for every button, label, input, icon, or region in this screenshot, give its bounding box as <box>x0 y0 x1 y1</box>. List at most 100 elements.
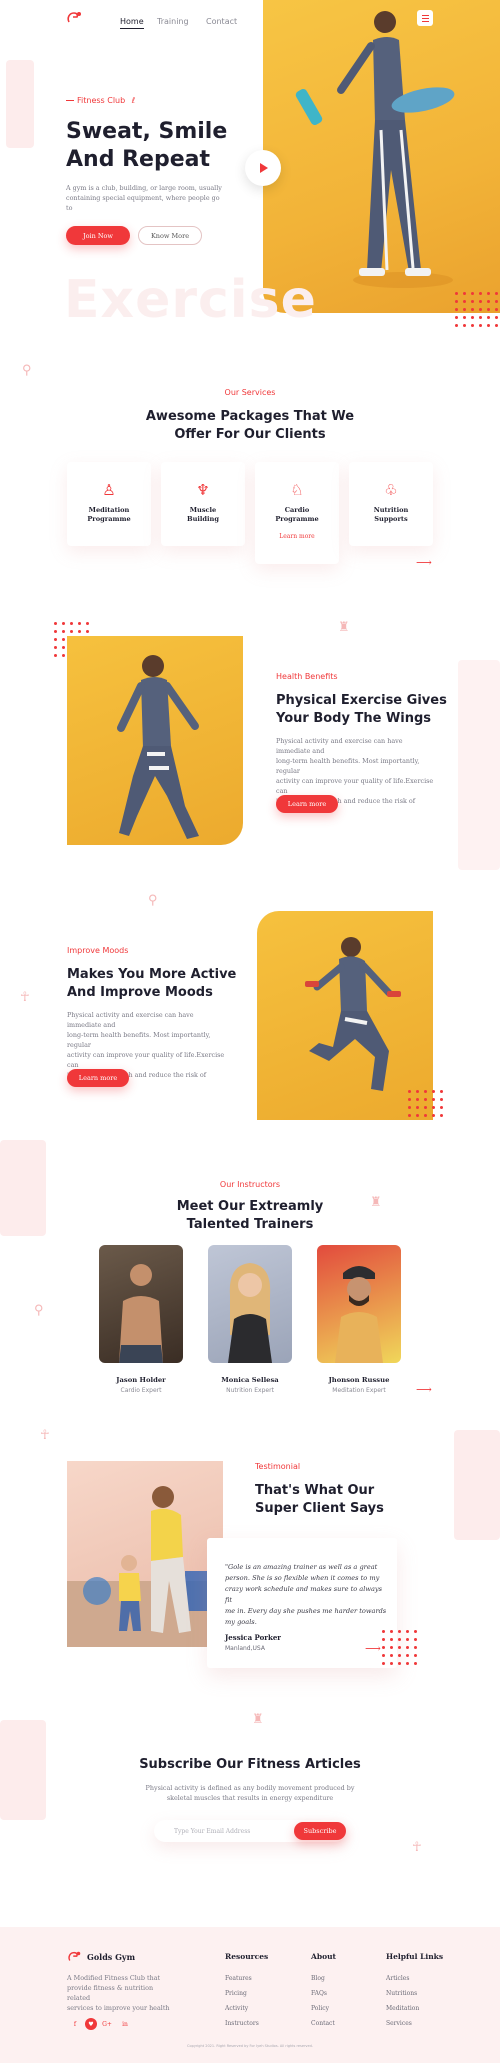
footer-logo-icon[interactable] <box>67 1950 83 1964</box>
footer-link[interactable]: Contact <box>311 2020 335 2027</box>
footer-link[interactable]: FAQs <box>311 1990 327 1997</box>
moods-eyebrow: Improve Moods <box>67 946 129 955</box>
footer-col-title: About <box>311 1952 336 1961</box>
cardio-icon: ♘ <box>290 481 304 499</box>
instructors-title-line1: Meet Our Extreamly <box>176 1199 324 1214</box>
footer-link[interactable]: Pricing <box>225 1990 247 1997</box>
health-text-line: long-term health benefits. Most importan… <box>276 757 420 775</box>
trainer-role: Nutrition Expert <box>226 1387 274 1394</box>
trainer-name: Jhonson Russue <box>328 1376 390 1384</box>
decor-blob <box>6 60 34 148</box>
moods-text-line: long-term health benefits. Most importan… <box>67 1031 211 1049</box>
hero-title-line2: And Repeat <box>66 147 210 172</box>
service-card-muscle[interactable]: ♆ Muscle Building <box>161 462 245 546</box>
health-image <box>67 636 243 845</box>
health-title-line2: Your Body The Wings <box>276 711 432 726</box>
service-label-line2: Supports <box>374 514 408 523</box>
footer-link[interactable]: Policy <box>311 2005 329 2012</box>
trainer-name: Monica Sellesa <box>221 1376 279 1384</box>
health-title: Physical Exercise Gives Your Body The Wi… <box>276 692 447 728</box>
trainer-photo[interactable] <box>317 1245 401 1363</box>
testimonial-next-arrow-icon[interactable]: ⟶ <box>365 1642 381 1655</box>
testimonial-author: Jessica Porker <box>225 1633 281 1642</box>
runner-icon: ☥ <box>40 1428 50 1443</box>
footer-link[interactable]: Activity <box>225 2005 248 2012</box>
decor-blob <box>454 1430 500 1540</box>
dumbbell-icon: ⚲ <box>148 893 158 908</box>
heart-icon[interactable]: ♥ <box>85 2018 97 2030</box>
footer-about-line2: provide fitness & nutrition related <box>67 1984 154 2002</box>
play-video-button[interactable] <box>245 150 281 186</box>
hero-title-line1: Sweat, Smile <box>66 119 228 144</box>
runner-icon: ☥ <box>412 1840 422 1855</box>
linkedin-icon[interactable]: in <box>119 2018 131 2030</box>
service-label-line1: Muscle <box>189 506 217 514</box>
hero-text: A gym is a club, building, or large room… <box>66 183 226 213</box>
facebook-icon[interactable]: f <box>69 2018 81 2030</box>
nav-contact[interactable]: Contact <box>206 17 237 26</box>
dumbbell-icon: ♆ <box>196 481 210 499</box>
footer-link[interactable]: Meditation <box>386 2005 419 2012</box>
services-title-line2: Offer For Our Clients <box>174 427 326 442</box>
trainer-role: Cardio Expert <box>120 1387 162 1394</box>
decor-blob <box>458 660 500 870</box>
join-now-button[interactable]: Join Now <box>66 226 130 245</box>
quote-line: crazy work schedule and makes sure to al… <box>225 1585 383 1604</box>
trainers-next-arrow-icon[interactable]: ⟶ <box>416 1383 432 1396</box>
flex-icon: ℓ <box>131 96 136 105</box>
runner-icon: ☥ <box>20 990 30 1005</box>
hero-title: Sweat, Smile And Repeat <box>66 118 256 174</box>
service-label: Nutrition Supports <box>349 506 433 523</box>
footer-brand-name: Golds Gym <box>87 1952 136 1962</box>
health-learn-more-button[interactable]: Learn more <box>276 795 338 813</box>
dumbbell-icon: ⚲ <box>34 1303 44 1318</box>
footer-link[interactable]: Services <box>386 2020 412 2027</box>
services-next-arrow-icon[interactable]: ⟶ <box>416 556 432 569</box>
hero-watermark: Exercise <box>64 270 317 330</box>
footer-link[interactable]: Blog <box>311 1975 325 1982</box>
service-label-line2: Programme <box>87 514 131 523</box>
services-title: Awesome Packages That We Offer For Our C… <box>0 408 500 444</box>
moods-learn-more-button[interactable]: Learn more <box>67 1069 129 1087</box>
logo-icon[interactable] <box>66 10 84 26</box>
menu-button[interactable] <box>417 10 433 26</box>
moods-text-line: Physical activity and exercise can have … <box>67 1011 194 1029</box>
dumbbell-icon: ⚲ <box>22 363 32 378</box>
service-label-line1: Nutrition <box>373 506 409 514</box>
subscribe-title: Subscribe Our Fitness Articles <box>139 1757 361 1772</box>
google-plus-icon[interactable]: G+ <box>101 2018 113 2030</box>
footer-link[interactable]: Articles <box>386 1975 409 1982</box>
know-more-button[interactable]: Know More <box>138 226 202 245</box>
service-label: Cardio Programme <box>255 506 339 523</box>
hero-eyebrow: Fitness Club ℓ <box>66 96 135 105</box>
service-card-nutrition[interactable]: ♧ Nutrition Supports <box>349 462 433 546</box>
quote-line: my goals. <box>225 1618 257 1626</box>
health-title-line1: Physical Exercise Gives <box>276 693 447 708</box>
subscribe-text: Physical activity is defined as any bodi… <box>0 1783 500 1803</box>
trainer-photo[interactable] <box>208 1245 292 1363</box>
decor-dots <box>408 1090 443 1117</box>
moods-title-line2: And Improve Moods <box>67 985 213 1000</box>
hero-eyebrow-text: Fitness Club <box>77 96 126 105</box>
service-card-meditation[interactable]: ♙ Meditation Programme <box>67 462 151 546</box>
trainer-photo[interactable] <box>99 1245 183 1363</box>
subscribe-button[interactable]: Subscribe <box>294 1822 346 1840</box>
footer-link[interactable]: Features <box>225 1975 252 1982</box>
trainer-name: Jason Holder <box>116 1376 166 1384</box>
copyright: Copyright 2021. Right Reserved by For Iy… <box>187 2044 313 2048</box>
quote-line: me in. Every day she pushes me harder to… <box>225 1607 387 1615</box>
footer-link[interactable]: Instructors <box>225 2020 259 2027</box>
moods-title: Makes You More Active And Improve Moods <box>67 966 236 1002</box>
hero-image <box>263 0 500 313</box>
service-label-line2: Programme <box>275 514 319 523</box>
service-card-cardio[interactable]: ♘ Cardio Programme Learn more <box>255 462 339 564</box>
testimonial-eyebrow: Testimonial <box>255 1462 301 1471</box>
nav-home[interactable]: Home <box>120 17 144 29</box>
service-label: Meditation Programme <box>67 506 151 523</box>
footer-link[interactable]: Nutritions <box>386 1990 417 1997</box>
instructors-title-line2: Talented Trainers <box>186 1217 314 1232</box>
nav-training[interactable]: Training <box>157 17 189 26</box>
testimonial-location: Manland,USA <box>225 1645 265 1652</box>
testimonial-title-line2: Super Client Says <box>255 1501 384 1516</box>
service-learn-more-link[interactable]: Learn more <box>255 533 339 540</box>
